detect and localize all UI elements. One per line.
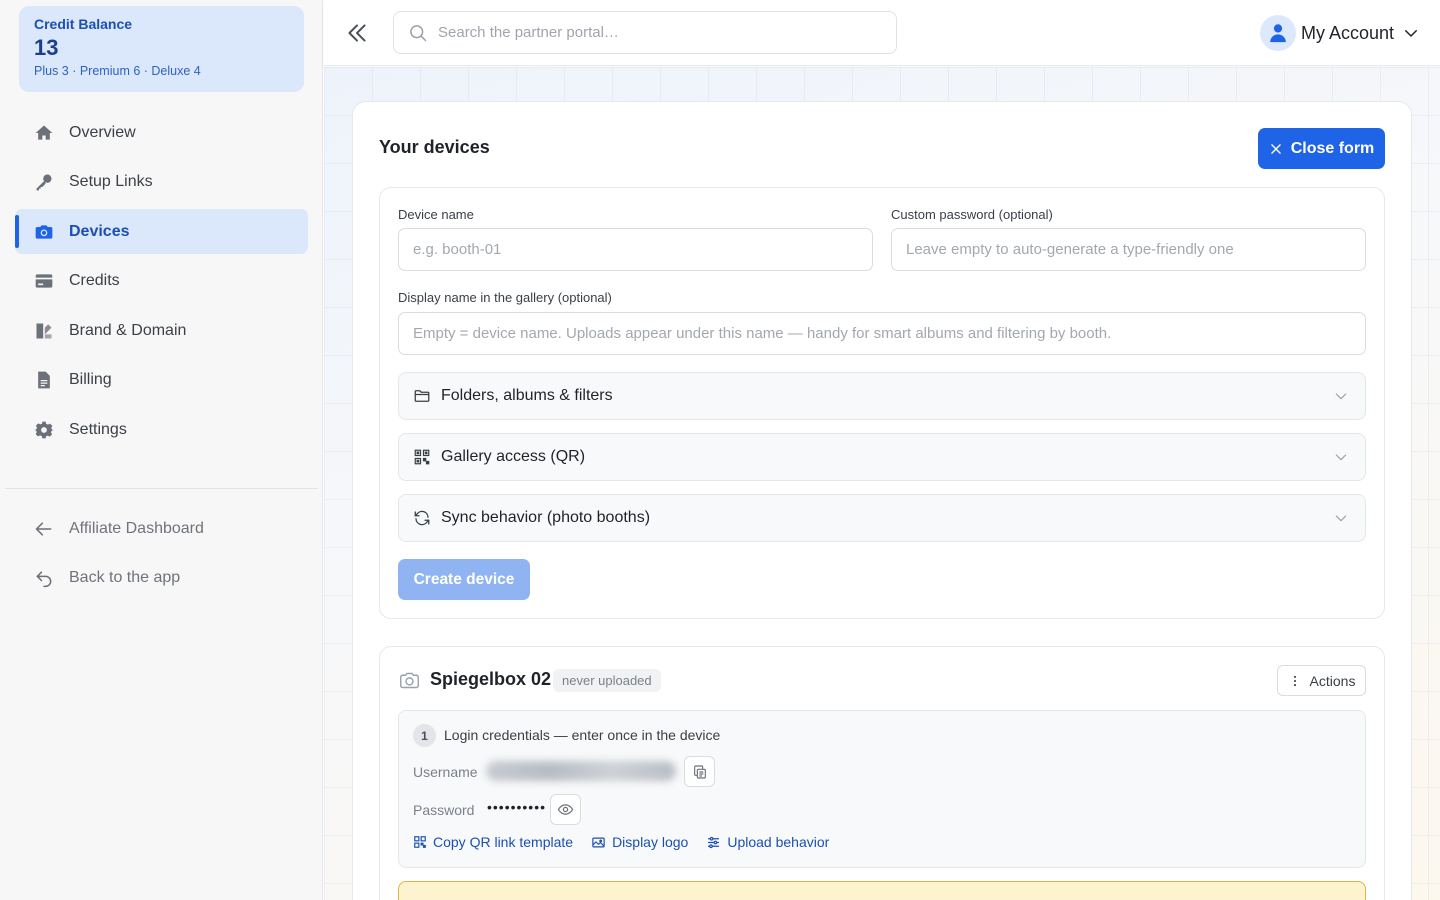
sidebar-divider: [5, 488, 318, 489]
status-badge: never uploaded: [553, 669, 661, 692]
search-input[interactable]: [438, 24, 878, 41]
eye-icon: [557, 804, 574, 815]
folder-icon: [413, 387, 431, 405]
return-icon: [33, 567, 55, 589]
device-links: Copy QR link template Display logo Uploa…: [413, 834, 847, 850]
sidebar-item-label: Back to the app: [69, 569, 181, 586]
sidebar-item-label: Credits: [69, 272, 120, 289]
sidebar-item-setup-links[interactable]: Setup Links: [15, 160, 308, 205]
avatar: [1259, 15, 1296, 51]
arrow-left-icon: [33, 518, 55, 540]
close-form-button[interactable]: Close form: [1258, 128, 1385, 169]
section-label: Sync behavior (photo booths): [441, 509, 651, 526]
step-number: 1: [413, 724, 436, 747]
close-icon: [1270, 143, 1281, 154]
device-name-field[interactable]: [398, 228, 873, 271]
more-vertical-icon: [1293, 675, 1296, 686]
sidebar: Credit Balance 13 Plus 3 · Premium 6 · D…: [0, 0, 323, 900]
sidebar-item-credits[interactable]: Credits: [15, 259, 308, 304]
search-box[interactable]: [393, 11, 897, 54]
link-label: Upload behavior: [727, 834, 830, 850]
sidebar-item-label: Devices: [69, 222, 130, 240]
password-value: ••••••••••: [487, 799, 547, 815]
actions-button[interactable]: Actions: [1277, 665, 1366, 696]
account-menu[interactable]: My Account: [1259, 14, 1420, 52]
username-label: Username: [413, 764, 478, 780]
copy-username-button[interactable]: [684, 756, 715, 787]
display-name-field[interactable]: [398, 312, 1366, 355]
password-label: Password: [413, 802, 475, 818]
credit-balance-value: 13: [34, 35, 59, 60]
sync-icon: [413, 509, 431, 527]
link-label: Copy QR link template: [433, 834, 574, 850]
sidebar-item-brand-domain[interactable]: Brand & Domain: [15, 308, 308, 353]
warning-notice: [398, 881, 1366, 900]
close-form-label: Close form: [1290, 139, 1375, 157]
section-sync-behavior[interactable]: Sync behavior (photo booths): [398, 494, 1366, 542]
account-name: My Account: [1300, 22, 1394, 43]
section-gallery-access-qr[interactable]: Gallery access (QR): [398, 433, 1366, 481]
copy-qr-link-template-link[interactable]: Copy QR link template: [413, 834, 573, 850]
chevron-down-icon: [1333, 388, 1349, 404]
sidebar-item-affiliate-dashboard[interactable]: Affiliate Dashboard: [15, 506, 308, 551]
collapse-sidebar-button[interactable]: [344, 20, 370, 46]
sidebar-item-label: Setup Links: [69, 173, 153, 190]
sidebar-item-settings[interactable]: Settings: [15, 407, 308, 452]
sidebar-nav: Overview Setup Links Devices Credits Bra…: [15, 110, 308, 457]
sidebar-item-back-to-app[interactable]: Back to the app: [15, 556, 308, 601]
copy-icon: [693, 764, 706, 779]
create-device-button[interactable]: Create device: [398, 559, 530, 600]
double-chevron-left-icon: [348, 24, 366, 42]
document-icon: [33, 369, 55, 391]
sidebar-item-label: Billing: [69, 371, 112, 388]
sidebar-item-overview[interactable]: Overview: [15, 110, 308, 155]
step-title: Login credentials — enter once in the de…: [444, 727, 721, 743]
credit-balance-label: Credit Balance: [34, 16, 133, 32]
chevron-down-icon: [1333, 449, 1349, 465]
device-name-label: Device name: [398, 207, 474, 222]
actions-label: Actions: [1309, 672, 1356, 689]
key-icon: [33, 171, 55, 193]
sidebar-item-label: Affiliate Dashboard: [69, 519, 204, 537]
user-icon: [1270, 24, 1286, 43]
username-value: spiegelbox-02-garage-7f4: [486, 762, 646, 778]
display-name-label: Display name in the gallery (optional): [398, 290, 612, 305]
reveal-password-button[interactable]: [550, 794, 581, 825]
upload-behavior-link[interactable]: Upload behavior: [706, 834, 829, 850]
credit-card-icon: [33, 270, 55, 292]
qr-icon: [414, 836, 426, 848]
search-icon: [408, 23, 428, 43]
credit-balance-breakdown: Plus 3 · Premium 6 · Deluxe 4: [34, 64, 201, 78]
image-icon: [592, 837, 605, 847]
section-folders-albums-filters[interactable]: Folders, albums & filters: [398, 372, 1366, 420]
sidebar-item-billing[interactable]: Billing: [15, 358, 308, 403]
section-label: Gallery access (QR): [441, 448, 586, 465]
sidebar-item-label: Brand & Domain: [69, 321, 187, 339]
camera-icon: [33, 221, 55, 243]
camera-icon: [399, 670, 420, 691]
page-title: Your devices: [379, 137, 490, 157]
sidebar-item-devices[interactable]: Devices: [15, 209, 308, 254]
custom-password-label: Custom password (optional): [891, 207, 1053, 222]
qr-icon: [413, 448, 431, 466]
device-name: Spiegelbox 02: [430, 669, 552, 689]
sliders-icon: [708, 836, 720, 848]
topbar: My Account: [324, 0, 1440, 66]
section-label: Folders, albums & filters: [441, 387, 613, 404]
brand-icon: [33, 320, 55, 342]
credit-balance-card[interactable]: Credit Balance 13 Plus 3 · Premium 6 · D…: [19, 6, 304, 92]
chevron-down-icon: [1333, 510, 1349, 526]
sidebar-item-label: Settings: [69, 420, 127, 438]
sidebar-item-label: Overview: [69, 123, 136, 141]
custom-password-field[interactable]: [891, 228, 1366, 271]
chevron-down-icon: [1402, 24, 1420, 42]
display-logo-link[interactable]: Display logo: [591, 834, 688, 850]
home-icon: [33, 122, 55, 144]
link-label: Display logo: [612, 834, 689, 850]
sidebar-secondary-nav: Affiliate Dashboard Back to the app: [15, 506, 308, 605]
gear-icon: [33, 419, 55, 441]
